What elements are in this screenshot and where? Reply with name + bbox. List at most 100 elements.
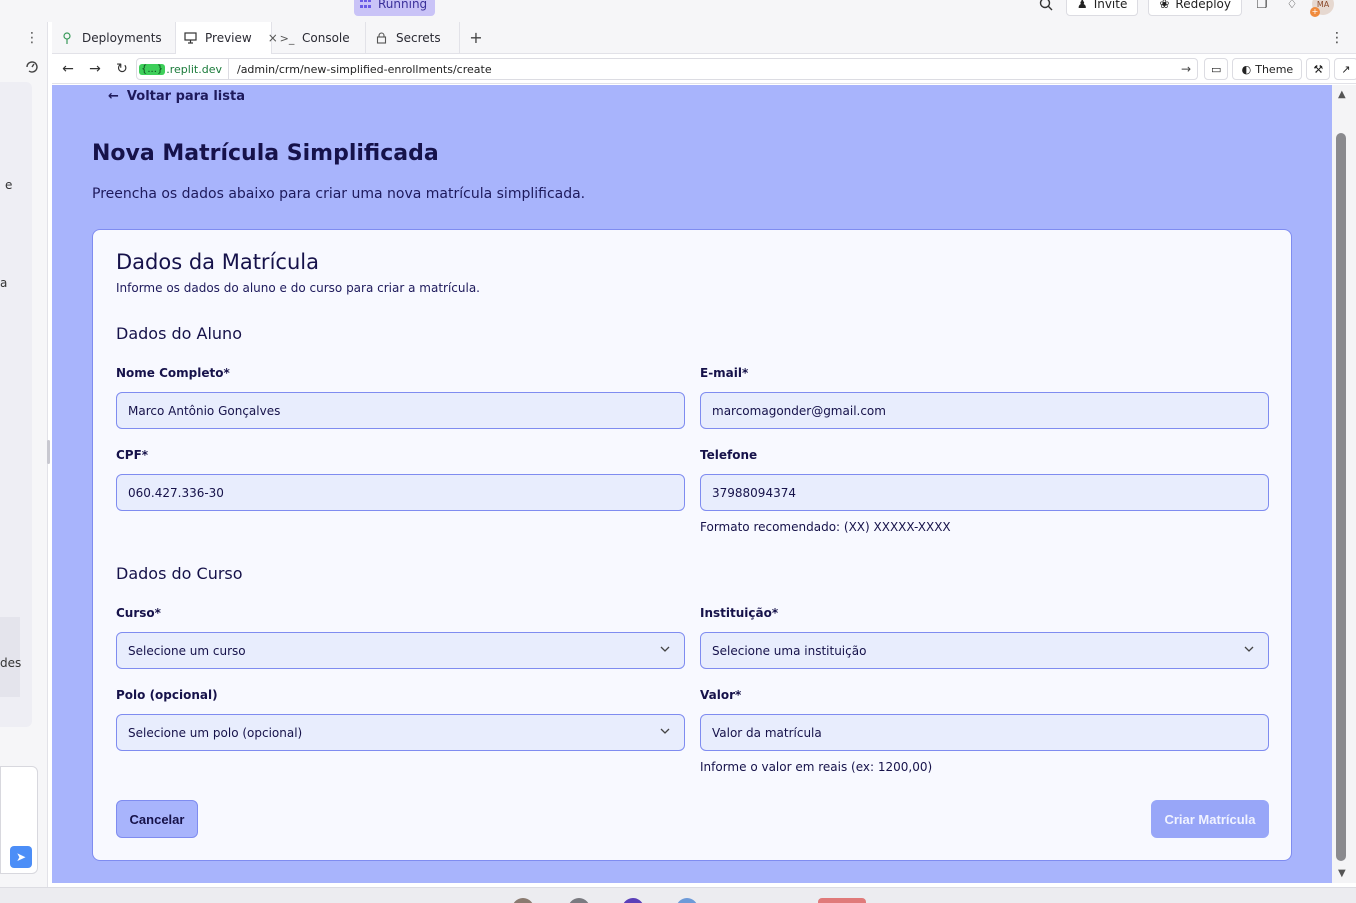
terminal-icon: >_: [279, 31, 295, 45]
avatar[interactable]: MA +: [1310, 0, 1334, 17]
taskbar-app-icon[interactable]: [568, 898, 590, 903]
text-fragment: a: [0, 276, 8, 290]
external-link-icon[interactable]: ↗: [1334, 58, 1356, 80]
assistant-panel: e a des: [0, 82, 32, 727]
amount-input[interactable]: Valor da matrícula: [700, 714, 1269, 751]
institution-label: Instituição*: [700, 606, 779, 620]
tab-label: Preview: [205, 31, 252, 45]
cpf-label: CPF*: [116, 448, 149, 462]
card-title: Dados da Matrícula: [116, 250, 319, 274]
cancel-button[interactable]: Cancelar: [116, 800, 198, 838]
back-arrow-icon[interactable]: ←: [56, 57, 80, 81]
cpf-input[interactable]: 060.427.336-30: [116, 474, 685, 511]
phone-value: 37988094374: [712, 485, 796, 500]
name-value: Marco Antônio Gonçalves: [128, 403, 281, 418]
search-icon[interactable]: [1036, 0, 1056, 14]
taskbar-app-icon[interactable]: [622, 898, 644, 903]
deployments-icon: [60, 31, 74, 45]
name-label: Nome Completo*: [116, 366, 230, 380]
create-enrollment-button[interactable]: Criar Matrícula: [1151, 800, 1269, 838]
forward-arrow-icon[interactable]: →: [83, 57, 107, 81]
polo-select[interactable]: Selecione um polo (opcional): [116, 714, 685, 751]
history-icon[interactable]: [22, 60, 42, 80]
tab-secrets[interactable]: Secrets: [366, 22, 460, 54]
email-input[interactable]: marcomagonder@gmail.com: [700, 392, 1269, 429]
running-status[interactable]: Running: [354, 0, 436, 16]
scroll-down-icon[interactable]: ▼: [1338, 868, 1346, 879]
tab-preview[interactable]: Preview ×: [176, 22, 278, 54]
url-actions: ▭ ◐ Theme ⚒ ↗: [1204, 58, 1356, 80]
card-subtitle: Informe os dados do aluno e do curso par…: [116, 281, 480, 295]
enrollment-form-card: Dados da Matrícula Informe os dados do a…: [92, 229, 1292, 861]
chevron-down-icon: [660, 644, 670, 655]
top-actions: ♟ Invite ❀ Redeploy ❐ ♢ MA +: [1036, 0, 1334, 17]
add-badge-icon: +: [1310, 7, 1320, 17]
kebab-menu-icon[interactable]: ⋮: [1330, 30, 1344, 46]
institution-value: Selecione uma instituição: [712, 643, 867, 658]
url-path: /admin/crm/new-simplified-enrollments/cr…: [236, 62, 492, 76]
text-fragment: des: [0, 656, 22, 670]
arrow-left-icon: ←: [108, 89, 119, 104]
running-label: Running: [378, 0, 428, 11]
windows-icon[interactable]: ❐: [1252, 0, 1272, 14]
text-fragment: e: [5, 178, 13, 192]
chevron-down-icon: [1244, 644, 1254, 655]
back-to-list-link[interactable]: ← Voltar para lista: [108, 89, 245, 104]
left-pane: ⋮ e a des ➤: [0, 22, 48, 887]
kebab-menu-icon[interactable]: ⋮: [22, 30, 42, 50]
monitor-icon: [184, 31, 197, 45]
devices-icon[interactable]: ▭: [1204, 58, 1229, 80]
scroll-up-icon[interactable]: ▲: [1338, 89, 1346, 100]
bell-icon[interactable]: ♢: [1282, 0, 1302, 14]
taskbar-app-icon[interactable]: [818, 898, 866, 903]
taskbar-app-icon[interactable]: [512, 898, 534, 903]
reload-icon[interactable]: ↻: [110, 57, 134, 81]
name-input[interactable]: Marco Antônio Gonçalves: [116, 392, 685, 429]
top-bar: Running ♟ Invite ❀ Redeploy ❐ ♢ MA +: [0, 0, 1356, 22]
chevron-down-icon: [660, 726, 670, 737]
scrollbar-thumb[interactable]: [1336, 133, 1346, 861]
domain-text: .replit.dev: [166, 62, 222, 76]
redeploy-button[interactable]: ❀ Redeploy: [1148, 0, 1242, 16]
tab-label: Deployments: [82, 31, 162, 45]
go-arrow-icon[interactable]: →: [1181, 62, 1191, 76]
url-field[interactable]: {...} .replit.dev /admin/crm/new-simplif…: [136, 58, 1198, 80]
phone-input[interactable]: 37988094374: [700, 474, 1269, 511]
page-title: Nova Matrícula Simplificada: [92, 141, 439, 166]
amount-hint: Informe o valor em reais (ex: 1200,00): [700, 760, 933, 774]
user-plus-icon: ♟: [1076, 0, 1088, 11]
wrench-icon[interactable]: ⚒: [1306, 58, 1331, 80]
email-label: E-mail*: [700, 366, 749, 380]
taskbar-app-icon[interactable]: [676, 898, 698, 903]
domain-chip[interactable]: {...} .replit.dev: [137, 59, 229, 79]
send-icon[interactable]: ➤: [10, 846, 32, 868]
tab-label: Console: [302, 31, 350, 45]
add-tab-button[interactable]: +: [460, 22, 492, 53]
phone-label: Telefone: [700, 448, 758, 462]
tab-console[interactable]: >_ Console: [272, 22, 366, 54]
preview-page: ← Voltar para lista Nova Matrícula Simpl…: [52, 85, 1332, 883]
theme-label: Theme: [1255, 62, 1294, 76]
taskbar: [0, 887, 1356, 903]
avatar-initials: MA: [1316, 0, 1330, 9]
browser-toolbar: ← → ↻ {...} .replit.dev /admin/crm/new-s…: [52, 54, 1356, 84]
course-section-title: Dados do Curso: [116, 564, 243, 583]
course-select[interactable]: Selecione um curso: [116, 632, 685, 669]
course-label: Curso*: [116, 606, 161, 620]
deploy-icon: ❀: [1159, 0, 1170, 11]
scrollbar[interactable]: ▲ ▼: [1332, 85, 1356, 883]
institution-select[interactable]: Selecione uma instituição: [700, 632, 1269, 669]
tab-label: Secrets: [396, 31, 441, 45]
invite-button[interactable]: ♟ Invite: [1065, 0, 1139, 16]
course-value: Selecione um curso: [128, 643, 246, 658]
replit-badge: {...}: [139, 63, 166, 75]
theme-button[interactable]: ◐ Theme: [1232, 58, 1303, 80]
workspace-tabs: Deployments Preview × >_ Console Secrets…: [52, 22, 1356, 54]
phone-hint: Formato recomendado: (XX) XXXXX-XXXX: [700, 520, 951, 534]
email-value: marcomagonder@gmail.com: [712, 403, 886, 418]
redeploy-label: Redeploy: [1175, 0, 1231, 11]
pane-resize-handle[interactable]: [47, 440, 50, 464]
back-label: Voltar para lista: [126, 89, 245, 104]
amount-label: Valor*: [700, 688, 742, 702]
tab-deployments[interactable]: Deployments: [52, 22, 176, 54]
